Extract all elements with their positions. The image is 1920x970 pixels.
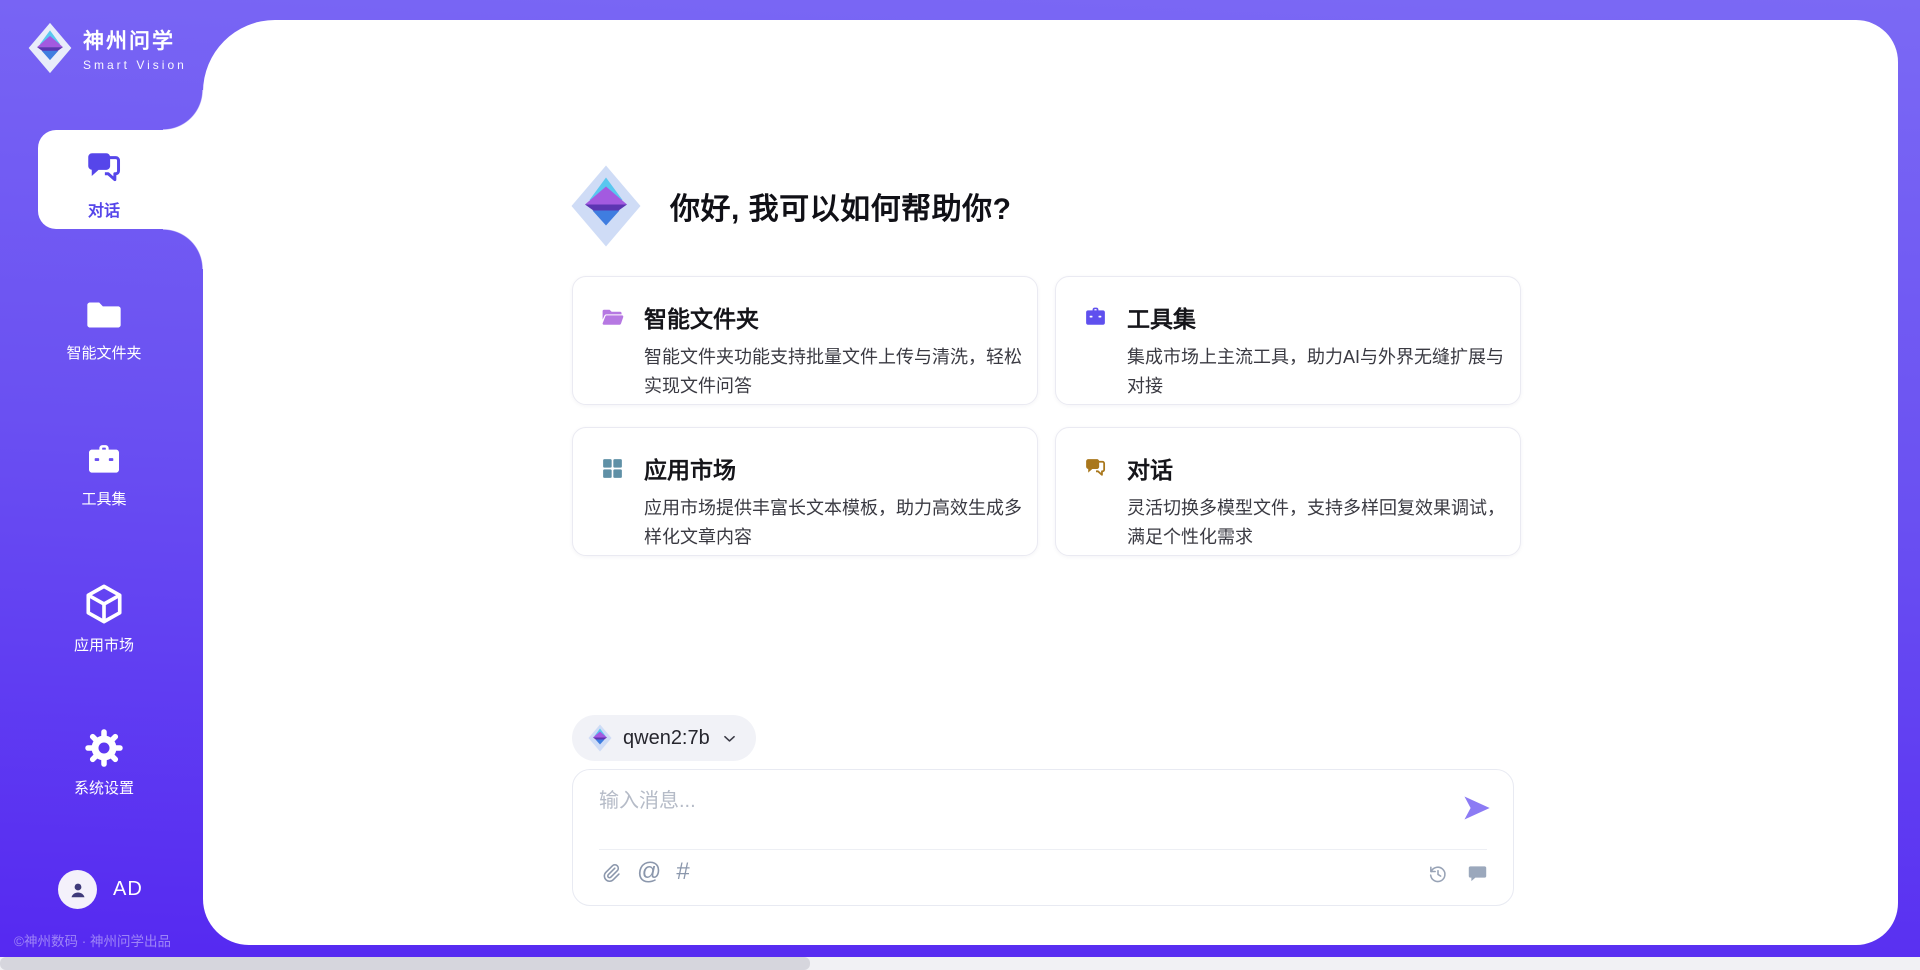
copyright-text: ©神州数码 · 神州问学出品: [14, 930, 171, 950]
tab-curve-bottom: [163, 229, 203, 269]
sidebar-item-app-market[interactable]: 应用市场: [20, 581, 188, 655]
feedback-bubble-icon[interactable]: [1466, 862, 1489, 885]
greeting-text: 你好, 我可以如何帮助你?: [670, 184, 1012, 228]
chat-icon: [82, 148, 126, 190]
model-selector[interactable]: qwen2:7b: [572, 715, 756, 761]
horizontal-scrollbar-thumb[interactable]: [0, 957, 810, 970]
attachment-icon[interactable]: [599, 861, 622, 884]
user-name: AD: [113, 878, 143, 901]
card-description: 智能文件夹功能支持批量文件上传与清洗，轻松实现文件问答: [599, 343, 1027, 401]
card-toolset[interactable]: 工具集 集成市场上主流工具，助力AI与外界无缝扩展与对接: [1055, 276, 1521, 405]
diamond-logo-icon: [570, 163, 642, 249]
briefcase-icon: [82, 441, 126, 481]
card-title: 应用市场: [644, 451, 736, 485]
user-profile[interactable]: AD: [58, 870, 143, 909]
card-description: 灵活切换多模型文件，支持多样回复效果调试，满足个性化需求: [1082, 494, 1510, 552]
briefcase-icon: [1082, 305, 1109, 330]
cube-icon: [81, 581, 127, 627]
horizontal-scrollbar-track[interactable]: [0, 957, 1920, 970]
card-smart-folder[interactable]: 智能文件夹 智能文件夹功能支持批量文件上传与清洗，轻松实现文件问答: [572, 276, 1038, 405]
folder-open-icon: [599, 305, 626, 330]
message-input[interactable]: [599, 784, 1439, 842]
message-composer: @ #: [572, 769, 1514, 906]
tab-curve-top: [163, 90, 203, 130]
sidebar-item-label: 应用市场: [20, 634, 188, 655]
card-title: 智能文件夹: [644, 300, 759, 334]
sidebar-item-label: 工具集: [20, 488, 188, 509]
sidebar-item-label: 对话: [20, 197, 188, 221]
chevron-down-icon: [721, 730, 738, 747]
grid-icon: [599, 456, 626, 481]
hashtag-icon[interactable]: #: [676, 860, 689, 884]
sidebar-item-settings[interactable]: 系统设置: [20, 726, 188, 798]
card-title: 工具集: [1127, 300, 1196, 334]
send-icon[interactable]: [1461, 792, 1493, 824]
sidebar-item-toolset[interactable]: 工具集: [20, 441, 188, 509]
sidebar-item-smart-folder[interactable]: 智能文件夹: [20, 295, 188, 363]
history-icon[interactable]: [1427, 863, 1449, 885]
diamond-logo-icon: [27, 22, 73, 74]
sidebar-item-chat[interactable]: 对话: [20, 148, 188, 221]
mention-icon[interactable]: @: [637, 860, 661, 884]
sidebar-item-label: 智能文件夹: [20, 342, 188, 363]
avatar[interactable]: [58, 870, 97, 909]
card-description: 应用市场提供丰富长文本模板，助力高效生成多样化文章内容: [599, 494, 1027, 552]
card-chat[interactable]: 对话 灵活切换多模型文件，支持多样回复效果调试，满足个性化需求: [1055, 427, 1521, 556]
greeting-block: 你好, 我可以如何帮助你?: [570, 163, 1012, 249]
brand-logo-block: 神州问学 Smart Vision: [27, 22, 187, 74]
model-name: qwen2:7b: [623, 727, 710, 750]
brand-subtitle: Smart Vision: [83, 58, 187, 72]
card-description: 集成市场上主流工具，助力AI与外界无缝扩展与对接: [1082, 343, 1510, 401]
diamond-logo-icon: [588, 724, 612, 752]
card-app-market[interactable]: 应用市场 应用市场提供丰富长文本模板，助力高效生成多样化文章内容: [572, 427, 1038, 556]
brand-name: 神州问学: [83, 25, 187, 55]
composer-divider: [599, 849, 1487, 850]
folder-icon: [82, 295, 126, 335]
person-icon: [66, 878, 90, 902]
gear-icon: [82, 726, 126, 770]
sidebar-item-label: 系统设置: [20, 777, 188, 798]
chat-icon: [1082, 456, 1109, 481]
card-title: 对话: [1127, 451, 1173, 485]
